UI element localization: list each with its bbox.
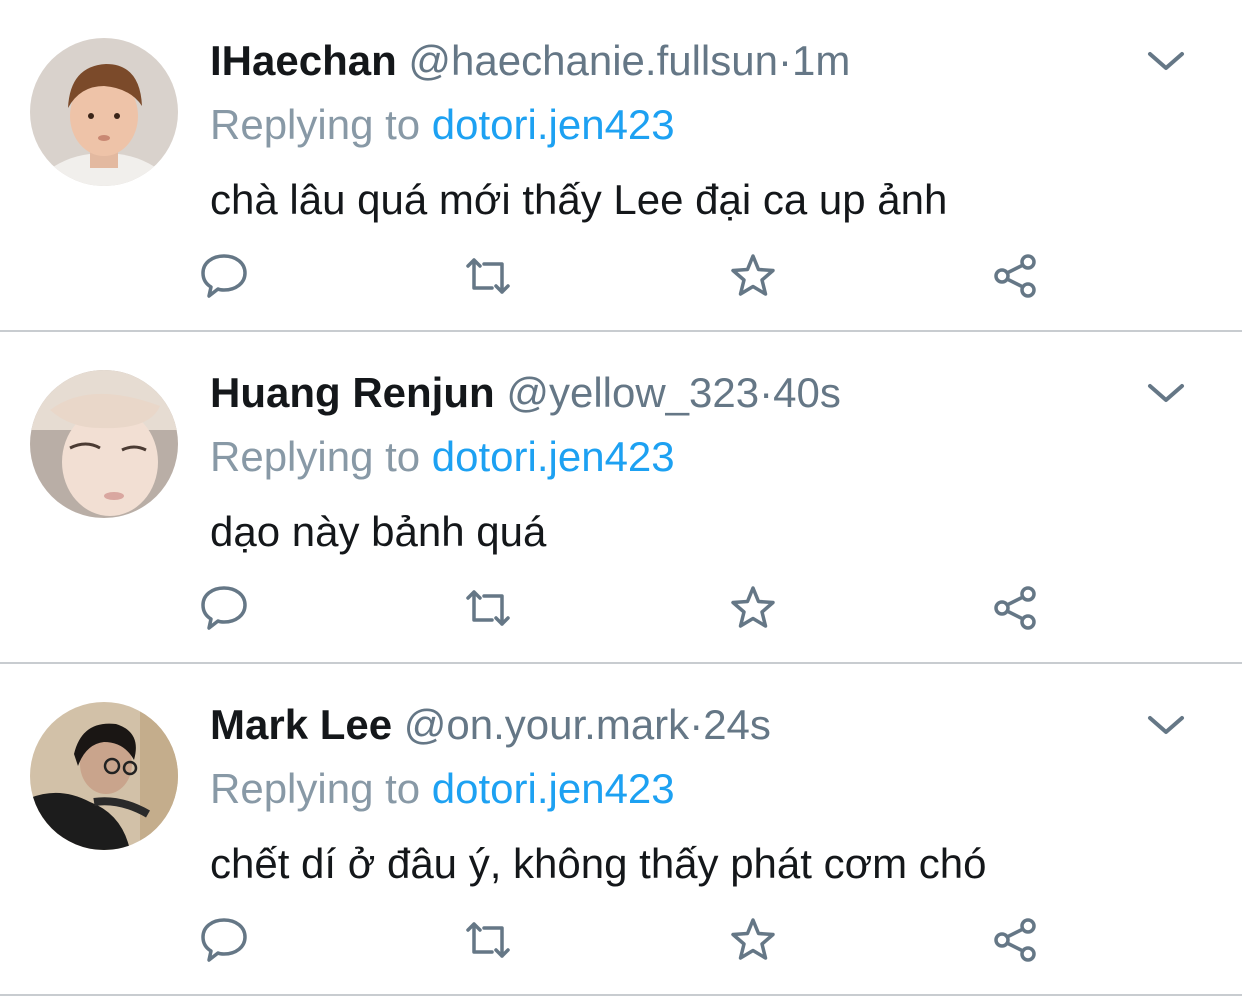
user-handle[interactable]: @on.your.mark [404,701,689,748]
tweet-item[interactable]: Mark Lee @on.your.mark·24s Replying to d… [0,664,1242,996]
share-icon[interactable] [990,914,1042,966]
tweet-item[interactable]: IHaechan @haechanie.fullsun·1m Replying … [0,0,1242,332]
star-icon[interactable] [727,582,779,634]
reply-icon[interactable] [198,250,250,302]
avatar[interactable] [30,702,178,850]
display-name[interactable]: Huang Renjun [210,369,495,416]
tweet-header: Huang Renjun @yellow_323·40s [210,368,841,418]
separator-dot: · [689,701,704,748]
avatar[interactable] [30,38,178,186]
chevron-down-icon[interactable] [1146,378,1186,408]
separator-dot: · [759,369,774,416]
tweet-text: dạo này bảnh quá [210,508,547,555]
star-icon[interactable] [727,914,779,966]
replying-to-user-link[interactable]: dotori.jen423 [432,101,675,148]
retweet-icon[interactable] [462,250,514,302]
replying-to-user-link[interactable]: dotori.jen423 [432,433,675,480]
tweet-item[interactable]: Huang Renjun @yellow_323·40s Replying to… [0,332,1242,664]
replying-to-label: Replying to [210,101,421,148]
timestamp[interactable]: 1m [792,37,850,84]
replying-to: Replying to dotori.jen423 [210,100,675,150]
star-icon[interactable] [727,250,779,302]
chevron-down-icon[interactable] [1146,46,1186,76]
replying-to-label: Replying to [210,433,421,480]
tweet-actions [0,250,1242,310]
tweet-actions [0,914,1242,974]
tweet-header: IHaechan @haechanie.fullsun·1m [210,36,850,86]
share-icon[interactable] [990,582,1042,634]
retweet-icon[interactable] [462,914,514,966]
replying-to-user-link[interactable]: dotori.jen423 [432,765,675,812]
tweet-actions [0,582,1242,642]
timestamp[interactable]: 24s [703,701,771,748]
replying-to-label: Replying to [210,765,421,812]
share-icon[interactable] [990,250,1042,302]
tweet-header: Mark Lee @on.your.mark·24s [210,700,771,750]
user-handle[interactable]: @yellow_323 [506,369,759,416]
avatar[interactable] [30,370,178,518]
replying-to: Replying to dotori.jen423 [210,432,675,482]
replying-to: Replying to dotori.jen423 [210,764,675,814]
display-name[interactable]: IHaechan [210,37,397,84]
reply-icon[interactable] [198,582,250,634]
tweet-text: chết dí ở đâu ý, không thấy phát cơm chó [210,840,987,887]
retweet-icon[interactable] [462,582,514,634]
separator-dot: · [777,37,792,84]
user-handle[interactable]: @haechanie.fullsun [408,37,778,84]
display-name[interactable]: Mark Lee [210,701,392,748]
tweet-feed: IHaechan @haechanie.fullsun·1m Replying … [0,0,1242,1002]
tweet-text: chà lâu quá mới thấy Lee đại ca up ảnh [210,176,948,223]
chevron-down-icon[interactable] [1146,710,1186,740]
reply-icon[interactable] [198,914,250,966]
timestamp[interactable]: 40s [773,369,841,416]
